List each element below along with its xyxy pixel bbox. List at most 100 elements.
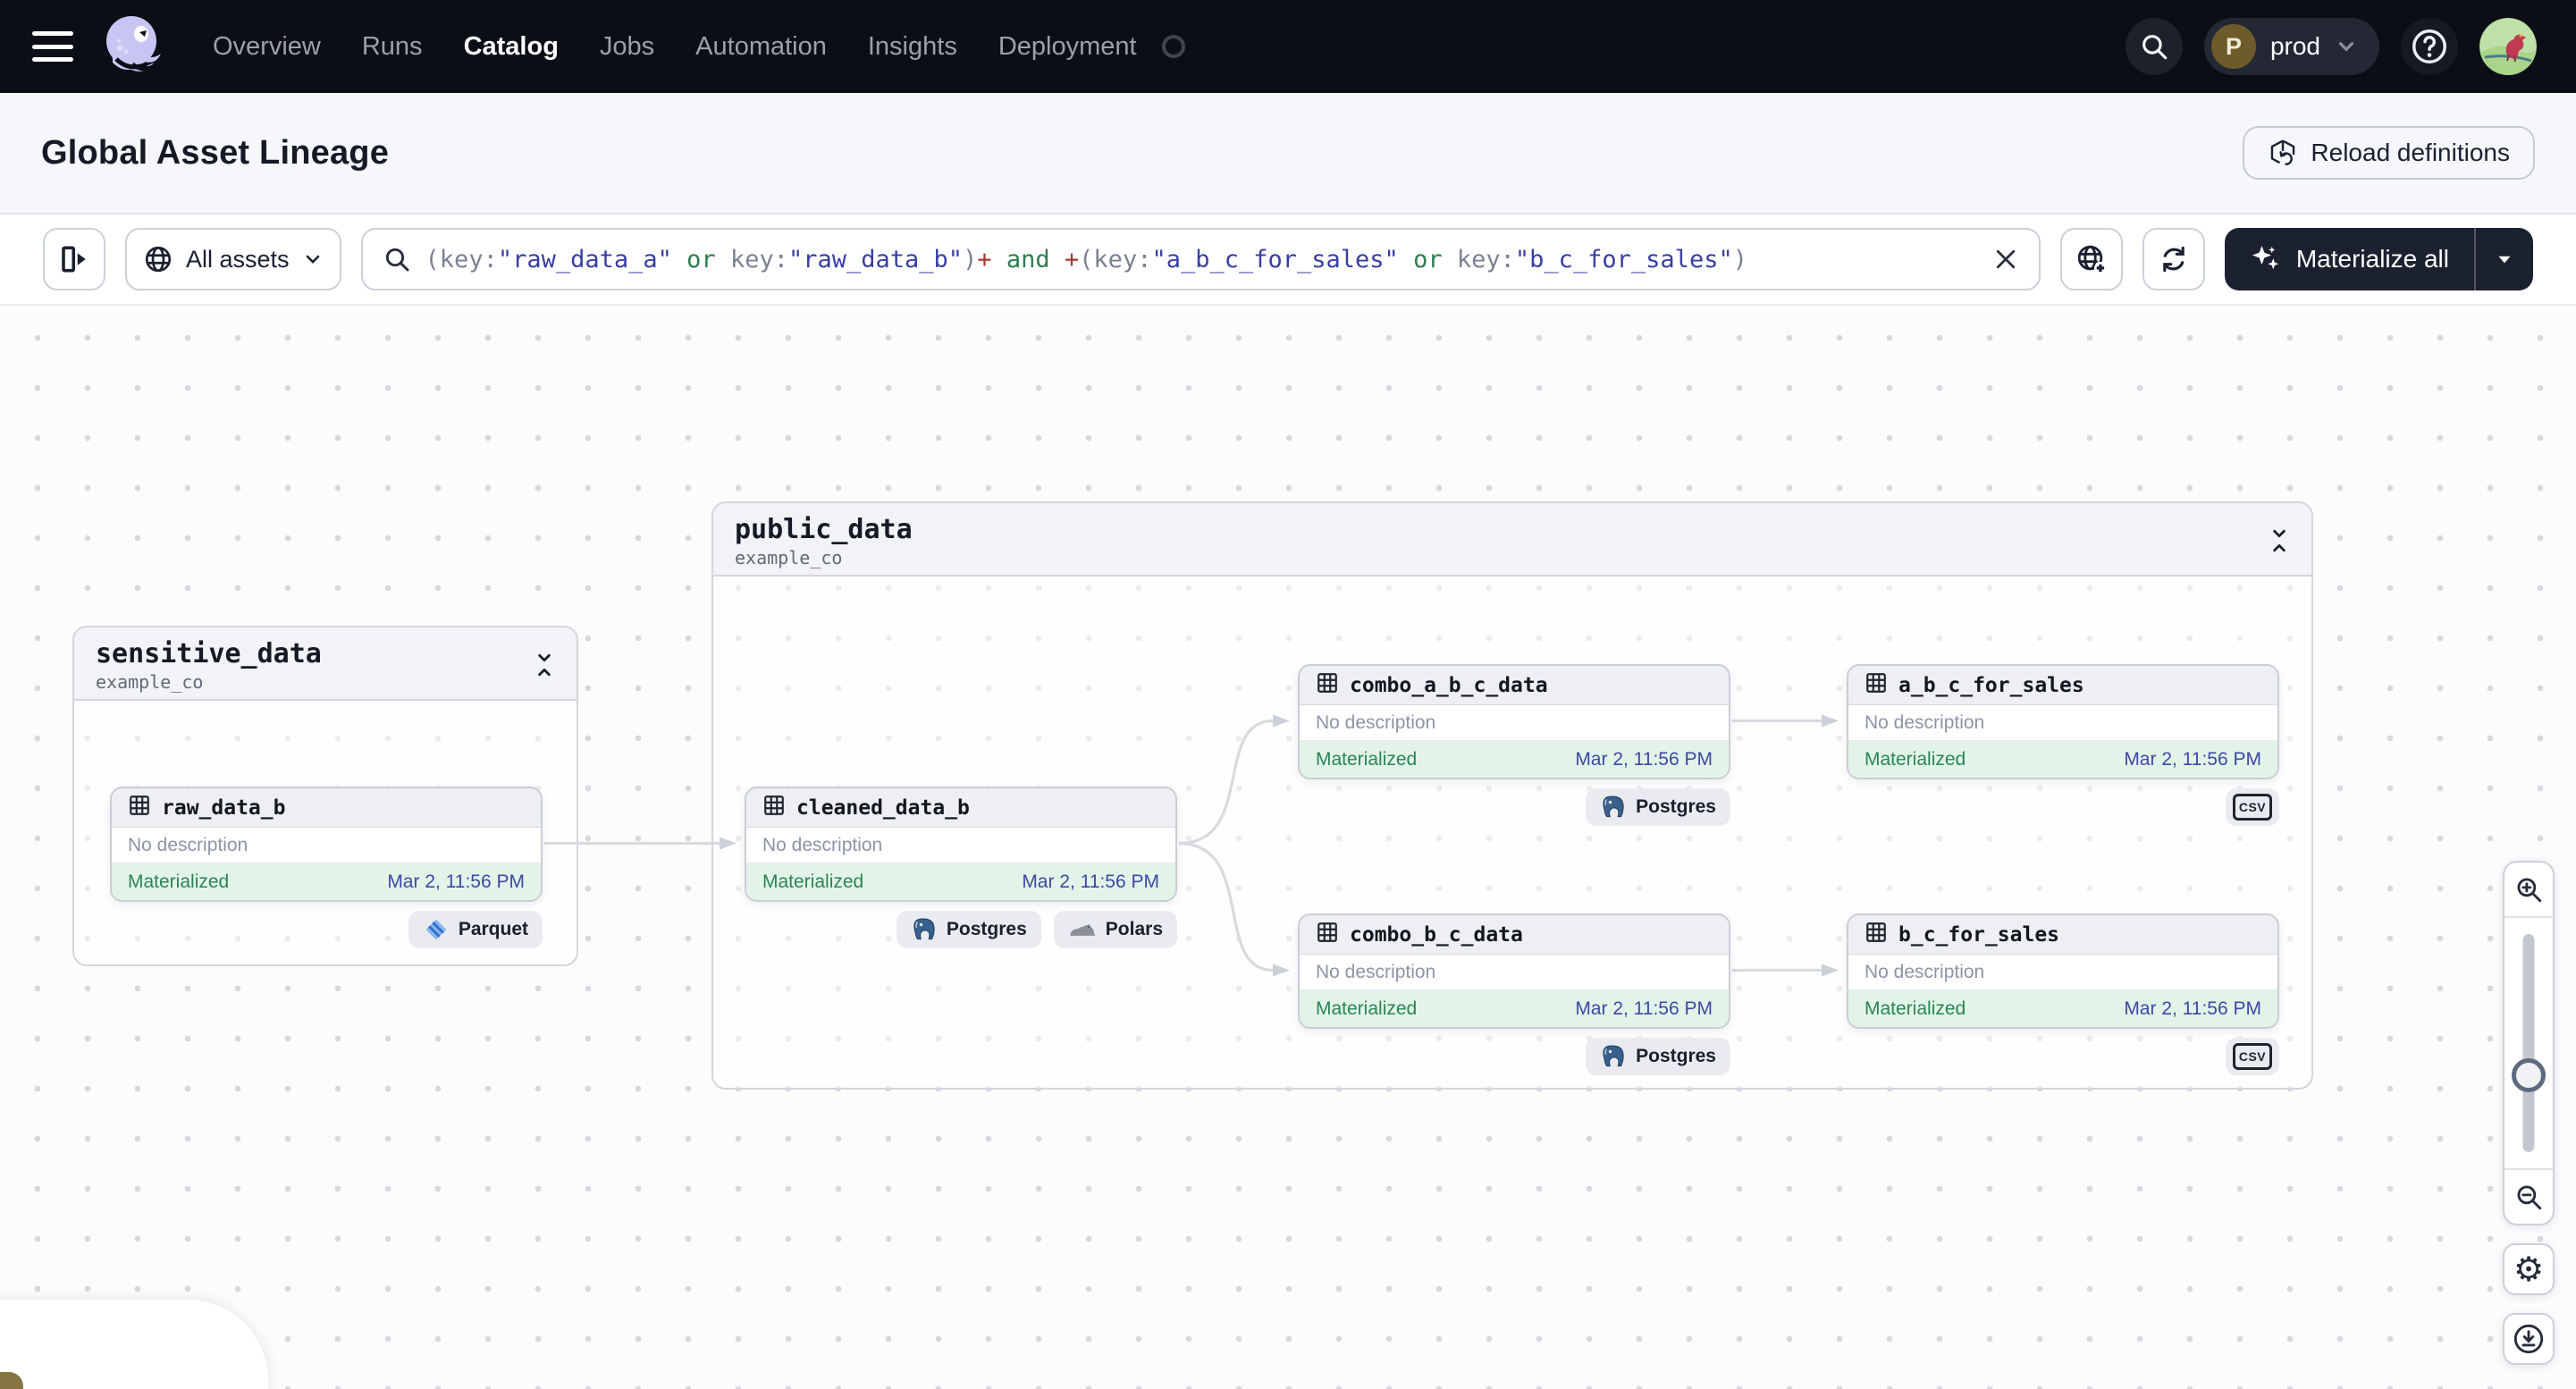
materialized-status: Materialized [1865,748,1966,770]
collapse-group-icon[interactable] [528,647,560,683]
asset-node-header: combo_a_b_c_data [1300,666,1729,705]
postgres-badge: Postgres [1586,788,1730,826]
asset-status-row: Materialized Mar 2, 11:56 PM [1300,741,1729,778]
asset-description: No description [1300,705,1729,741]
caret-down-icon [2498,256,2511,264]
gear-icon: ⚙ [2513,1250,2545,1289]
table-icon [762,794,786,821]
materialized-timestamp: Mar 2, 11:56 PM [1575,748,1713,770]
asset-name: combo_b_c_data [1350,922,1523,947]
search-icon[interactable] [2125,18,2183,75]
table-icon [1316,921,1339,948]
asset-node-combo_b_c_data[interactable]: combo_b_c_data No description Materializ… [1298,913,1730,1029]
materialize-options-button[interactable] [2476,228,2533,290]
sparkle-icon [2252,246,2279,270]
graph-scope-button[interactable] [2059,228,2123,290]
asset-node-header: raw_data_b [112,788,541,828]
nav-item-overview[interactable]: Overview [213,32,321,62]
table-icon [1865,921,1888,948]
zoom-in-button[interactable] [2504,863,2553,918]
asset-name: combo_a_b_c_data [1350,673,1548,697]
nav-item-insights[interactable]: Insights [868,32,957,62]
lineage-canvas[interactable]: sensitive_data example_co public_data ex… [0,306,2576,1389]
group-title: sensitive_data [96,638,322,669]
nav-item-deployment[interactable]: Deployment [998,32,1137,62]
parquet-icon [423,916,450,943]
collapse-group-icon[interactable] [2263,523,2295,559]
table-icon [1865,671,1888,699]
open-panel-button[interactable] [43,228,105,290]
nav-item-jobs[interactable]: Jobs [600,32,654,62]
help-icon[interactable] [2401,18,2458,75]
asset-search-input[interactable]: (key:"raw_data_a" or key:"raw_data_b")+ … [360,228,2041,290]
asset-node-raw_data_b[interactable]: raw_data_b No description Materialized M… [110,787,543,902]
minimap[interactable] [0,1300,268,1389]
nav-item-runs[interactable]: Runs [362,32,423,62]
asset-node-cleaned_data_b[interactable]: cleaned_data_b No description Materializ… [745,787,1177,902]
download-icon [2513,1324,2544,1354]
group-subtitle: example_co [96,671,204,693]
asset-badges: Postgres [1298,788,1730,826]
postgres-icon [1600,1043,1627,1070]
badge-label: Postgres [1636,1046,1716,1066]
group-title: public_data [735,514,913,545]
materialized-timestamp: Mar 2, 11:56 PM [1575,998,1713,1019]
hamburger-menu-icon[interactable] [32,31,73,62]
materialized-timestamp: Mar 2, 11:56 PM [1022,871,1159,892]
main-nav-menu: Overview Runs Catalog Jobs Automation Insight… [213,32,1137,62]
chevron-down-icon [306,255,319,264]
download-image-button[interactable] [2503,1313,2555,1365]
zoom-slider-thumb[interactable] [2512,1058,2546,1092]
view-controls: ⚙ [2503,861,2555,1365]
badge-label: Postgres [1636,796,1716,817]
deployment-name: prod [2269,32,2320,60]
asset-name: a_b_c_for_sales [1898,673,2084,697]
materialized-status: Materialized [1865,998,1966,1019]
nav-item-automation[interactable]: Automation [695,32,827,62]
materialized-status: Materialized [1316,748,1418,770]
reload-definitions-button[interactable]: Reload definitions [2243,126,2535,180]
badge-label: Parquet [458,919,528,939]
postgres-badge: Postgres [896,911,1041,948]
zoom-slider-track[interactable] [2522,934,2535,1152]
graph-settings-button[interactable]: ⚙ [2503,1243,2555,1295]
asset-node-header: combo_b_c_data [1300,915,1729,955]
deployment-switcher[interactable]: P prod [2203,18,2379,75]
postgres-icon [911,916,938,943]
clear-search-icon[interactable] [1992,246,2019,273]
asset-status-row: Materialized Mar 2, 11:56 PM [112,863,541,900]
search-icon [385,248,409,272]
asset-scope-dropdown[interactable]: All assets [125,228,341,290]
materialized-timestamp: Mar 2, 11:56 PM [387,871,525,892]
parquet-badge: Parquet [408,911,543,948]
chevron-down-icon [2338,42,2354,52]
deployment-status-spinner-icon [1161,35,1185,58]
search-query-text: (key:"raw_data_a" or key:"raw_data_b")+ … [425,245,1747,274]
zoom-out-button[interactable] [2504,1168,2553,1224]
materialize-all-label: Materialize all [2295,245,2449,273]
asset-description: No description [1848,705,2277,741]
badge-label: Postgres [946,919,1027,939]
nav-item-catalog[interactable]: Catalog [464,32,559,62]
csv-icon: CSV [2233,1043,2272,1070]
user-avatar[interactable] [2479,18,2537,75]
refresh-icon [2163,246,2185,273]
csv-badge: CSV [2226,788,2279,826]
asset-node-combo_a_b_c_data[interactable]: combo_a_b_c_data No description Material… [1298,664,1730,779]
postgres-badge: Postgres [1586,1038,1730,1075]
table-icon [128,794,151,821]
asset-scope-label: All assets [186,245,290,273]
asset-badges: Parquet [110,911,543,948]
asset-description: No description [112,828,541,863]
csv-badge: CSV [2226,1038,2279,1075]
page-header: Global Asset Lineage Reload definitions [0,93,2576,215]
asset-node-b_c_for_sales[interactable]: b_c_for_sales No description Materialize… [1847,913,2279,1029]
top-nav: Overview Runs Catalog Jobs Automation Insight… [0,0,2576,93]
materialize-all-button[interactable]: Materialize all [2225,228,2474,290]
asset-node-a_b_c_for_sales[interactable]: a_b_c_for_sales No description Materiali… [1847,664,2279,779]
asset-badges: Postgres Polars [745,911,1177,948]
refresh-button[interactable] [2142,228,2205,290]
dagster-logo-icon[interactable] [100,9,164,84]
asset-status-row: Materialized Mar 2, 11:56 PM [1848,741,2277,778]
lineage-toolbar: All assets (key:"raw_data_a" or key:"raw… [0,215,2576,306]
